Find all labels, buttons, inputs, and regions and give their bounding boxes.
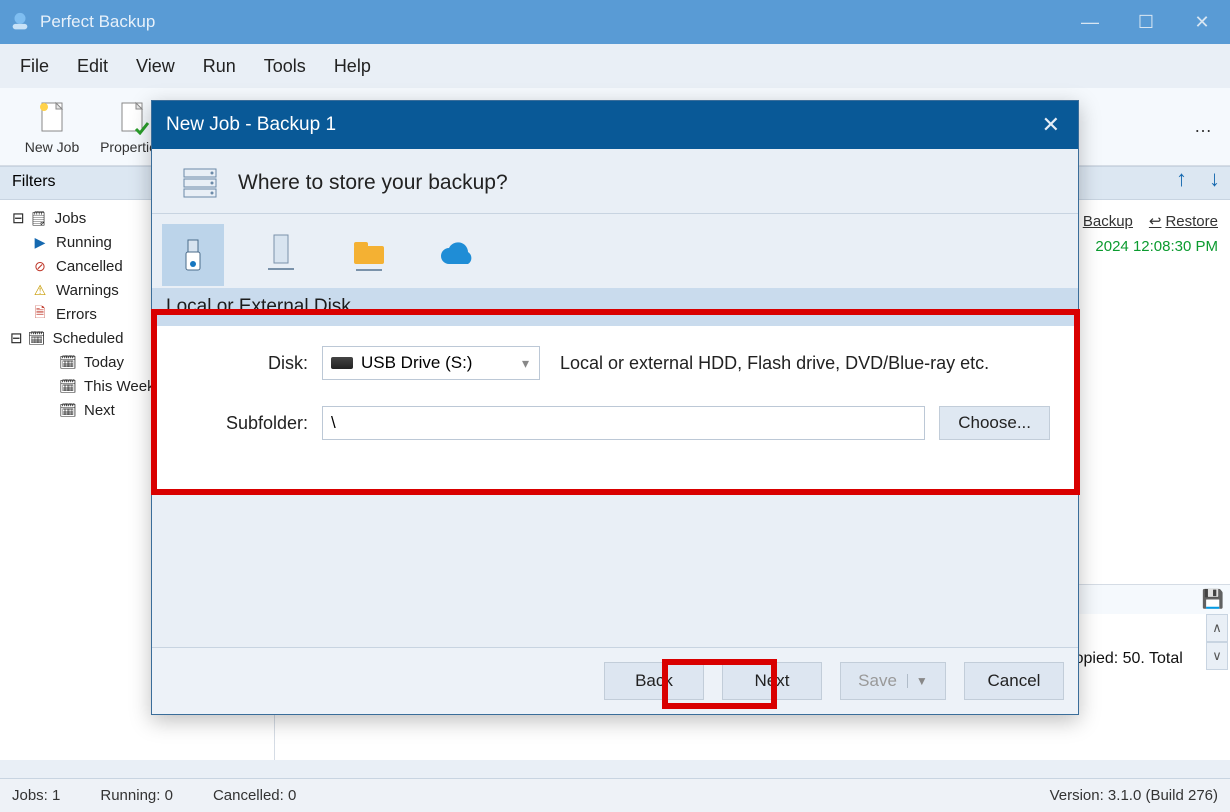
maximize-button[interactable]: ☐: [1118, 0, 1174, 44]
menubar: File Edit View Run Tools Help: [0, 44, 1230, 88]
status-running: Running: 0: [100, 787, 173, 804]
menu-tools[interactable]: Tools: [252, 50, 318, 83]
dest-nas[interactable]: [250, 224, 312, 286]
statusbar: Jobs: 1 Running: 0 Cancelled: 0 Version:…: [0, 778, 1230, 812]
app-icon: [8, 10, 32, 34]
warning-icon: ⚠: [30, 280, 50, 300]
titlebar: Perfect Backup — ☐ ✕: [0, 0, 1230, 44]
new-job-button[interactable]: New Job: [12, 99, 92, 155]
restore-icon: ↩: [1149, 212, 1162, 230]
disk-row: Disk: USB Drive (S:) ▾ Local or external…: [216, 346, 1050, 380]
tree-expander[interactable]: ⊟: [10, 329, 23, 347]
form-area: Disk: USB Drive (S:) ▾ Local or external…: [152, 326, 1078, 490]
new-job-label: New Job: [25, 139, 79, 155]
last-run-timestamp: 2024 12:08:30 PM: [1060, 238, 1218, 255]
disk-select[interactable]: USB Drive (S:) ▾: [322, 346, 540, 380]
dest-local-disk[interactable]: [162, 224, 224, 286]
chevron-down-icon: ▾: [522, 355, 529, 372]
destination-options: [152, 214, 1078, 288]
dialog-close-button[interactable]: ✕: [1024, 112, 1078, 138]
arrow-down-icon[interactable]: ↓: [1209, 166, 1220, 192]
menu-run[interactable]: Run: [191, 50, 248, 83]
minimize-button[interactable]: —: [1062, 0, 1118, 44]
properties-icon: [114, 99, 150, 135]
dest-network-folder[interactable]: [338, 224, 400, 286]
menu-edit[interactable]: Edit: [65, 50, 120, 83]
scroll-down-button[interactable]: ∨: [1206, 642, 1228, 670]
tree-expander[interactable]: ⊟: [12, 209, 25, 227]
calendar-icon: 🗓: [27, 328, 47, 348]
cancel-button[interactable]: Cancel: [964, 662, 1064, 700]
app-title: Perfect Backup: [40, 12, 155, 32]
calendar-icon: 🗓: [58, 400, 78, 420]
disk-icon: [331, 357, 353, 369]
menu-view[interactable]: View: [124, 50, 187, 83]
arrow-up-icon[interactable]: ↑: [1176, 166, 1187, 192]
choose-button[interactable]: Choose...: [939, 406, 1050, 440]
content-actions: 🛡 Backup ↩ Restore 2024 12:08:30 PM: [1060, 212, 1218, 255]
play-icon: ▶: [30, 232, 50, 252]
close-button[interactable]: ✕: [1174, 0, 1230, 44]
disk-label: Disk:: [216, 353, 322, 374]
list-icon: 🗒: [29, 208, 49, 228]
scroll-buttons: ∧ ∨: [1206, 614, 1228, 670]
dialog-buttons: Back Next Save ▼ Cancel: [152, 647, 1078, 714]
dialog-heading: Where to store your backup?: [152, 149, 1078, 214]
menu-file[interactable]: File: [8, 50, 61, 83]
status-version: Version: 3.1.0 (Build 276): [1050, 787, 1218, 804]
subfolder-label: Subfolder:: [216, 413, 322, 434]
dest-cloud[interactable]: [426, 224, 488, 286]
subfolder-row: Subfolder: \ Choose...: [216, 406, 1050, 440]
menu-help[interactable]: Help: [322, 50, 383, 83]
new-job-dialog: New Job - Backup 1 ✕ Where to store your…: [151, 100, 1079, 715]
disk-value: USB Drive (S:): [361, 353, 472, 373]
calendar-icon: 🗓: [58, 352, 78, 372]
status-cancelled: Cancelled: 0: [213, 787, 296, 804]
scroll-up-button[interactable]: ∧: [1206, 614, 1228, 642]
cancel-icon: ⊘: [30, 256, 50, 276]
calendar-icon: 🗓: [58, 376, 78, 396]
window-controls: — ☐ ✕: [1062, 0, 1230, 44]
save-icon[interactable]: 💾: [1202, 589, 1224, 610]
status-jobs: Jobs: 1: [12, 787, 60, 804]
back-button[interactable]: Back: [604, 662, 704, 700]
disk-hint: Local or external HDD, Flash drive, DVD/…: [560, 353, 989, 374]
section-local-disk: Local or External Disk: [152, 288, 1078, 326]
subfolder-input[interactable]: \: [322, 406, 925, 440]
sort-arrows[interactable]: ↑ ↓: [1176, 166, 1220, 192]
new-file-icon: [34, 99, 70, 135]
save-button[interactable]: Save ▼: [840, 662, 946, 700]
save-dropdown-icon[interactable]: ▼: [907, 674, 928, 688]
next-button[interactable]: Next: [722, 662, 822, 700]
storage-icon: [180, 163, 220, 203]
toolbar-overflow[interactable]: …: [1194, 116, 1230, 137]
restore-link[interactable]: ↩ Restore: [1149, 212, 1218, 230]
error-icon: 🗎: [30, 304, 50, 324]
subfolder-value: \: [331, 413, 336, 433]
dialog-title: New Job - Backup 1: [166, 114, 336, 136]
dialog-titlebar: New Job - Backup 1 ✕: [152, 101, 1078, 149]
dialog-heading-text: Where to store your backup?: [238, 171, 508, 195]
